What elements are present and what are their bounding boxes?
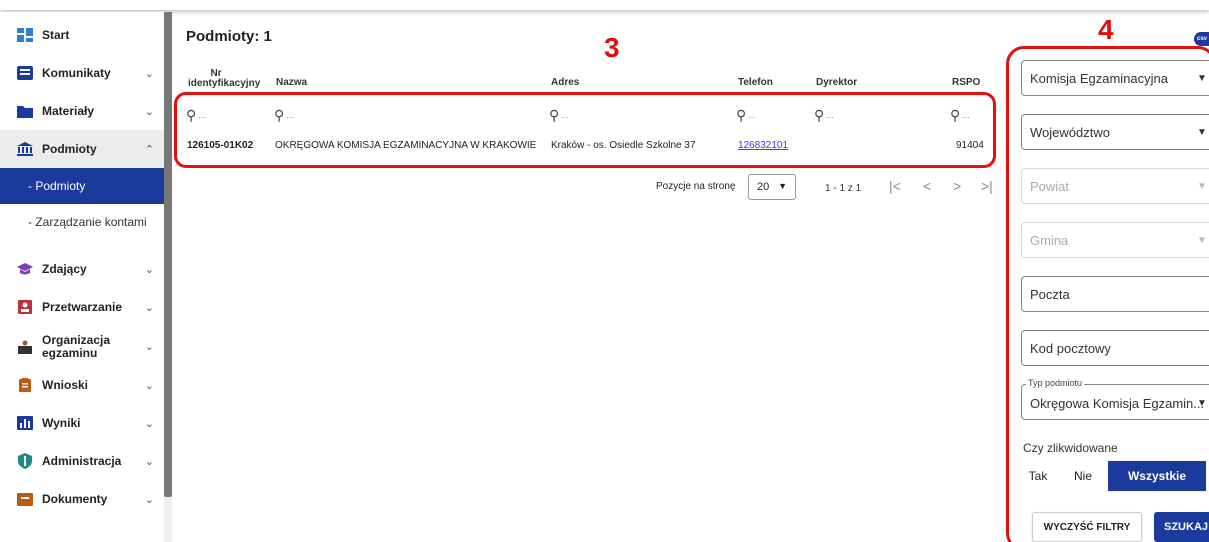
- top-bar: [0, 0, 1209, 10]
- folder-icon: [16, 103, 34, 119]
- column-header-rspo[interactable]: RSPO: [952, 77, 980, 88]
- sidebar-item-label: Materiały: [42, 104, 95, 118]
- previous-page-icon[interactable]: <: [923, 178, 931, 194]
- next-page-icon[interactable]: >: [953, 178, 961, 194]
- column-header-address[interactable]: Adres: [551, 77, 579, 88]
- app-root: Start Komunikaty ⌄ Materiały ⌄ Podmioty …: [0, 0, 1209, 542]
- sidebar-item-dokumenty[interactable]: Dokumenty ⌄: [0, 480, 164, 518]
- sidebar-item-label: Zdający: [42, 262, 87, 276]
- column-header-id[interactable]: Nr identyfikacyjny: [188, 69, 260, 89]
- chevron-down-icon: ⌄: [144, 379, 154, 392]
- sidebar-item-zdajacy[interactable]: Zdający ⌄: [0, 250, 164, 288]
- sidebar-scrollbar[interactable]: [164, 12, 172, 497]
- clipboard-icon: [16, 377, 34, 393]
- chevron-down-icon: ⌄: [144, 493, 154, 506]
- chevron-down-icon: ⌄: [144, 340, 154, 353]
- chevron-down-icon: ⌄: [144, 263, 154, 276]
- sidebar-item-label: Administracja: [42, 454, 122, 468]
- sidebar-item-przetwarzanie[interactable]: Przetwarzanie ⌄: [0, 288, 164, 326]
- sidebar-item-podmioty[interactable]: Podmioty ⌃: [0, 130, 164, 168]
- first-page-icon[interactable]: |<: [889, 178, 901, 194]
- sidebar-subitem-podmioty[interactable]: - Podmioty: [0, 168, 164, 204]
- shield-icon: [16, 453, 34, 469]
- caret-down-icon: ▼: [778, 181, 787, 191]
- annotation-box-3: [174, 92, 996, 168]
- sidebar-item-label: Start: [42, 28, 70, 42]
- dashboard-icon: [16, 27, 34, 43]
- annotation-number-4: 4: [1098, 14, 1114, 45]
- column-header-director[interactable]: Dyrektor: [816, 77, 857, 88]
- chevron-down-icon: ⌄: [144, 67, 154, 80]
- sidebar-scrollbar-track: [164, 497, 172, 542]
- sidebar-item-label: Komunikaty: [42, 66, 111, 80]
- chevron-down-icon: ⌄: [144, 105, 154, 118]
- sidebar-item-label: Podmioty: [42, 142, 97, 156]
- chevron-down-icon: ⌄: [144, 455, 154, 468]
- sidebar-item-wnioski[interactable]: Wnioski ⌄: [0, 366, 164, 404]
- message-icon: [16, 65, 34, 81]
- chevron-down-icon: ⌄: [144, 417, 154, 430]
- sidebar-item-wyniki[interactable]: Wyniki ⌄: [0, 404, 164, 442]
- institution-icon: [16, 141, 34, 157]
- sidebar-item-label: Wnioski: [42, 378, 89, 392]
- documents-icon: [16, 491, 34, 507]
- chevron-down-icon: ⌄: [144, 301, 154, 314]
- annotation-number-3: 3: [604, 32, 620, 63]
- contact-card-icon: [16, 299, 34, 315]
- page-title: Podmioty: 1: [186, 28, 272, 45]
- sidebar-item-organizacja-egzaminu[interactable]: Organizacja egzaminu ⌄: [0, 328, 164, 366]
- sidebar-item-label: Organizacja egzaminu: [42, 333, 111, 360]
- sidebar-subitem-label: - Podmioty: [28, 179, 86, 193]
- sidebar-subitem-zarzadzanie-kontami[interactable]: - Zarządzanie kontami: [0, 204, 164, 240]
- sidebar-item-label: Wyniki: [42, 416, 81, 430]
- sidebar-item-komunikaty[interactable]: Komunikaty ⌄: [0, 54, 164, 92]
- graduation-cap-icon: [16, 261, 34, 277]
- last-page-icon[interactable]: >|: [981, 178, 993, 194]
- annotation-box-4: [1006, 46, 1209, 542]
- sidebar-item-administracja[interactable]: Administracja ⌄: [0, 442, 164, 480]
- csv-export-icon[interactable]: csv: [1194, 32, 1209, 46]
- column-header-name[interactable]: Nazwa: [276, 77, 307, 88]
- bar-chart-icon: [16, 415, 34, 431]
- pager-range: 1 - 1 z 1: [825, 183, 862, 194]
- chevron-up-icon: ⌃: [144, 143, 154, 156]
- sidebar-item-label: Przetwarzanie: [42, 300, 123, 314]
- sidebar-item-start[interactable]: Start: [0, 16, 164, 54]
- sidebar: Start Komunikaty ⌄ Materiały ⌄ Podmioty …: [0, 12, 164, 542]
- page-size-value: 20: [757, 181, 770, 193]
- sidebar-item-label: Dokumenty: [42, 492, 108, 506]
- pager-page-size-select[interactable]: 20 ▼: [748, 174, 796, 200]
- column-header-phone[interactable]: Telefon: [738, 77, 773, 88]
- pager-page-size-label: Pozycje na stronę: [656, 181, 736, 192]
- sidebar-subitem-label: - Zarządzanie kontami: [28, 215, 147, 229]
- sidebar-item-materialy[interactable]: Materiały ⌄: [0, 92, 164, 130]
- exam-organization-icon: [16, 339, 34, 355]
